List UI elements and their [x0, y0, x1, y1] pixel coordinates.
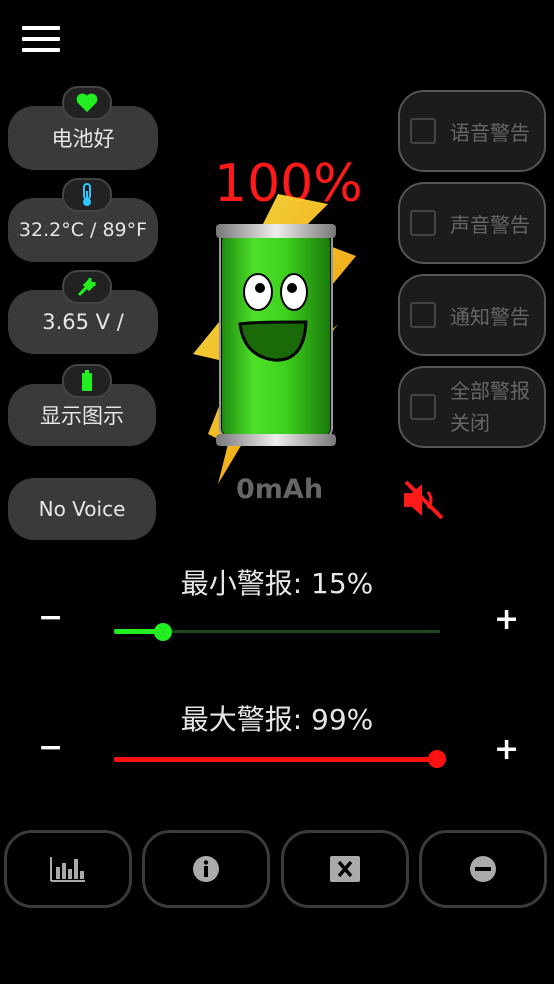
- min-alarm-slider-thumb[interactable]: [153, 623, 172, 641]
- voice-alert-checkbox[interactable]: 语音警告: [398, 90, 546, 172]
- min-alarm-decrease-button[interactable]: −: [38, 600, 63, 635]
- voice-button[interactable]: No Voice: [8, 478, 156, 540]
- heart-icon: [62, 86, 112, 120]
- stats-button[interactable]: [4, 830, 132, 908]
- mute-icon[interactable]: [400, 478, 446, 522]
- min-alarm-label: 最小警报: 15%: [180, 567, 374, 600]
- voltage-label: 3.65 V /: [42, 310, 124, 334]
- max-alarm-slider-thumb[interactable]: [427, 750, 446, 768]
- max-alarm-fill: [114, 757, 437, 762]
- voice-label: No Voice: [38, 497, 126, 521]
- battery-graphic: [193, 194, 356, 484]
- menu-button[interactable]: [22, 26, 64, 58]
- minus-circle-icon: [470, 856, 496, 882]
- temperature-label: 32.2°C / 89°F: [18, 219, 148, 241]
- display-chart-label: 显示图示: [40, 404, 124, 428]
- thermometer-icon: [62, 178, 112, 212]
- info-button[interactable]: [142, 830, 270, 908]
- close-box-icon: [330, 856, 360, 882]
- minimize-button[interactable]: [419, 830, 547, 908]
- max-alarm-increase-button[interactable]: +: [494, 732, 519, 767]
- max-alarm-decrease-button[interactable]: −: [38, 730, 63, 765]
- close-button[interactable]: [281, 830, 409, 908]
- battery-icon: [62, 364, 112, 398]
- plug-icon: [62, 270, 112, 304]
- min-alarm-increase-button[interactable]: +: [494, 602, 519, 637]
- all-alerts-off-checkbox[interactable]: 全部警报 关闭: [398, 366, 546, 448]
- bar-chart-icon: [50, 857, 85, 882]
- sound-alert-checkbox[interactable]: 声音警告: [398, 182, 546, 264]
- max-alarm-label: 最大警报: 99%: [180, 703, 374, 736]
- notify-alert-checkbox[interactable]: 通知警告: [398, 274, 546, 356]
- battery-health-label: 电池好: [51, 127, 115, 151]
- menu-icon: [22, 26, 60, 30]
- info-icon: [193, 856, 219, 882]
- battery-capacity: 0mAh: [236, 474, 324, 505]
